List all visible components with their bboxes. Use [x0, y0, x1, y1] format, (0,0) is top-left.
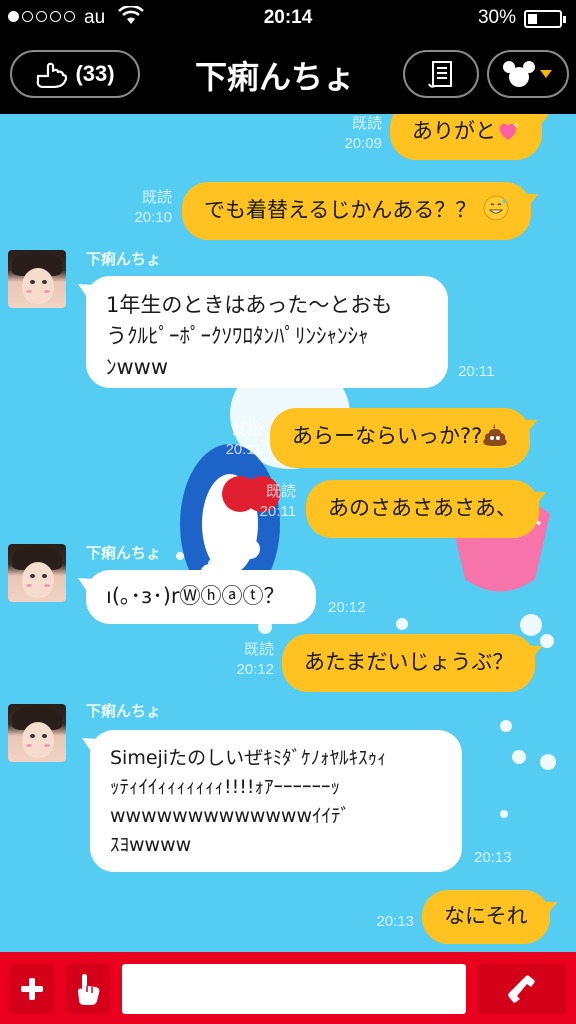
- avatar[interactable]: [8, 704, 66, 762]
- message-meta: 既読 20:12: [236, 641, 274, 678]
- poop-icon: [483, 424, 508, 446]
- message-bubble-outgoing[interactable]: あのさあさあさあ、: [306, 480, 539, 538]
- message-input[interactable]: [122, 964, 466, 1014]
- status-bar: au 20:14 30%: [0, 0, 576, 38]
- message-bubble-outgoing[interactable]: ありがと: [390, 114, 542, 160]
- message-time: 20:13: [376, 913, 414, 930]
- call-button[interactable]: [478, 964, 566, 1014]
- message-meta: 既読 20:11: [259, 483, 296, 520]
- sender-name: 下痢んちょ: [86, 250, 162, 268]
- battery-percentage: 30%: [477, 7, 516, 28]
- battery-icon: [524, 10, 566, 28]
- dropdown-triangle-icon: [540, 70, 552, 78]
- signal-strength: [8, 11, 75, 22]
- wifi-icon: [118, 6, 144, 24]
- message-meta: 既読 20:10: [134, 189, 172, 226]
- sender-name: 下痢んちょ: [86, 702, 162, 720]
- message-bubble-outgoing[interactable]: あらーならいっか??: [270, 408, 531, 468]
- back-button[interactable]: (33): [10, 50, 140, 98]
- message-bubble-incoming[interactable]: 1年生のときはあった〜とおも うｸﾙﾋﾟｰﾎﾟｰｸｿﾜﾛﾀﾝﾊﾟﾘﾝｼｬﾝｼｬ …: [86, 276, 448, 388]
- chat-header: (33) 下痢んちょ: [0, 38, 576, 114]
- mickey-icon: [503, 61, 535, 87]
- message-bubble-incoming[interactable]: Simejiたのしいぜｷﾐﾀﾞｹﾉｫﾔﾙｷｽｩｨ ｯﾃｨｲｲｨｨｨｨｨｨｨ!!!…: [90, 730, 462, 872]
- scroll-icon: [428, 61, 452, 88]
- carrier-name: au: [84, 7, 106, 28]
- avatar[interactable]: [8, 544, 66, 602]
- sticker-button[interactable]: [66, 964, 110, 1014]
- hand-icon: [37, 62, 68, 88]
- sweat-smile-icon: [483, 195, 509, 221]
- message-time: 20:12: [328, 599, 366, 616]
- theme-button[interactable]: [487, 50, 569, 98]
- message-bubble-incoming[interactable]: ı(｡･з･)rⓌⓗⓐⓣ？: [86, 570, 316, 624]
- chat-title: 下痢んちょ: [194, 58, 355, 96]
- unread-count: (33): [75, 61, 115, 86]
- pointing-hand-icon: [78, 974, 100, 1005]
- message-time: 20:11: [458, 363, 495, 380]
- message-bubble-outgoing[interactable]: でも着替えるじかんある？？: [182, 182, 532, 240]
- message-meta: 既読 20:11: [225, 421, 262, 458]
- message-bubble-outgoing[interactable]: あたまだいじょうぶ？: [282, 634, 536, 692]
- avatar[interactable]: [8, 250, 66, 308]
- notes-button[interactable]: [403, 50, 479, 98]
- attach-button[interactable]: [10, 964, 54, 1014]
- message-input-bar: [0, 952, 576, 1024]
- sender-name: 下痢んちょ: [86, 544, 162, 562]
- chat-area[interactable]: 既読 20:09 ありがと 既読 20:10 でも着替えるじかんある？？ 下痢んちょ…: [0, 114, 576, 952]
- plus-icon: [21, 978, 43, 1000]
- message-bubble-outgoing[interactable]: なにそれ: [422, 890, 550, 944]
- sparkling-heart-icon: [499, 122, 519, 140]
- message-meta: 既読 20:09: [344, 115, 382, 152]
- message-time: 20:13: [474, 849, 512, 866]
- phone-icon: [508, 975, 535, 1003]
